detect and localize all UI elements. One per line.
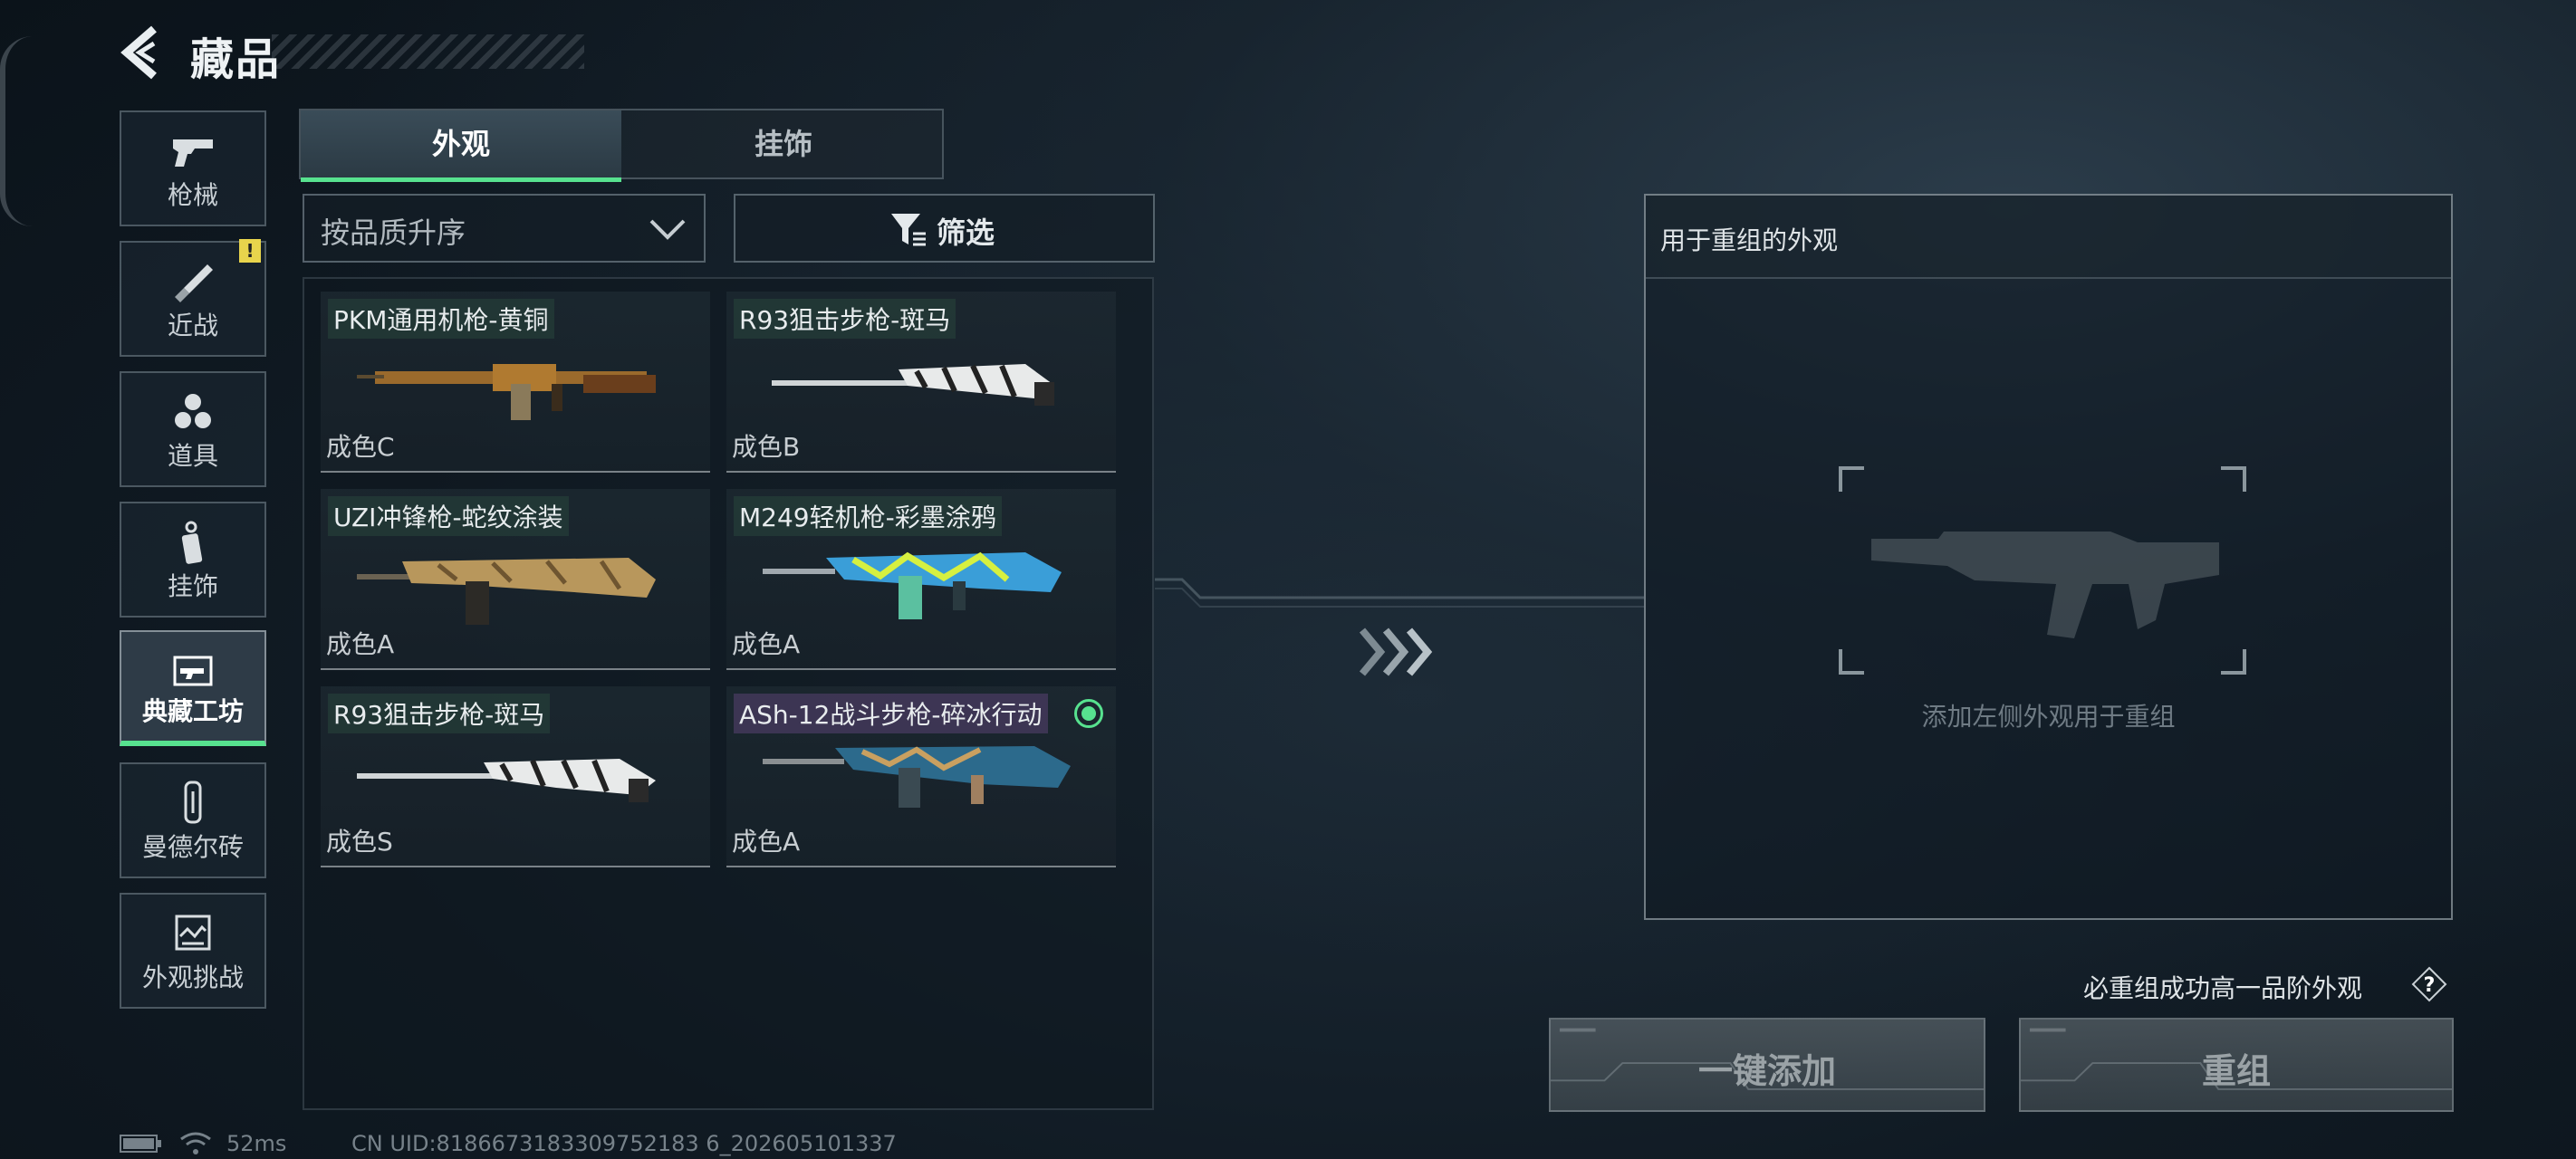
recombine-hint: 添加左侧外观用于重组 xyxy=(1921,702,2176,732)
edge-decoration xyxy=(0,36,33,226)
forward-arrows-icon xyxy=(1359,627,1433,676)
grenade-icon xyxy=(175,394,211,428)
sidebar-item-mandel-brick[interactable]: 曼德尔砖 xyxy=(120,762,266,878)
sidebar-item-firearms[interactable]: 枪械 xyxy=(120,110,266,226)
wifi-icon xyxy=(180,1132,211,1154)
sidebar-item-charms[interactable]: 挂饰 xyxy=(120,502,266,618)
skin-condition: 成色S xyxy=(326,827,393,857)
add-all-button[interactable]: 一键添加 xyxy=(1549,1018,1985,1112)
recombine-button[interactable]: 重组 xyxy=(2019,1018,2454,1112)
skin-card[interactable]: M249轻机枪-彩墨涂鸦 成色A xyxy=(726,489,1116,670)
brick-icon xyxy=(184,781,202,824)
skin-condition: 成色A xyxy=(326,629,395,659)
page-title: 藏品 xyxy=(190,34,282,85)
sniper-rifle-skin-image xyxy=(772,364,1054,406)
sidebar-item-label: 挂饰 xyxy=(167,571,218,601)
sidebar-item-label: 曼德尔砖 xyxy=(141,832,244,862)
tab-bar: 外观 挂饰 xyxy=(299,109,944,182)
sort-dropdown[interactable]: 按品质升序 xyxy=(303,194,706,263)
add-all-label: 一键添加 xyxy=(1697,1051,1836,1091)
knife-icon xyxy=(175,264,213,302)
sidebar-item-label: 外观挑战 xyxy=(141,963,244,992)
machine-gun-skin-image xyxy=(357,364,656,420)
smg-skin-image xyxy=(357,558,656,625)
alert-badge: ! xyxy=(239,239,261,263)
filter-button[interactable]: 筛选 xyxy=(734,194,1155,263)
light-machine-gun-skin-image xyxy=(763,551,1062,619)
pistol-icon xyxy=(173,139,213,167)
connector-decoration xyxy=(1155,578,1644,608)
guarantee-text: 必重组成功高一品阶外观 xyxy=(2083,973,2363,1003)
skin-card[interactable]: PKM通用机枪-黄铜 成色C xyxy=(321,292,710,473)
filter-icon xyxy=(891,214,926,246)
title-decoration xyxy=(272,34,584,69)
sidebar-item-melee[interactable]: ! 近战 xyxy=(120,239,266,357)
challenge-icon xyxy=(175,915,211,951)
empty-slot-rifle-icon[interactable] xyxy=(1839,466,2246,675)
sidebar-item-label: 近战 xyxy=(167,311,218,340)
workshop-icon xyxy=(173,656,213,686)
tab-charms[interactable]: 挂饰 xyxy=(623,110,944,177)
sniper-rifle-skin-image xyxy=(357,759,656,802)
chevron-down-icon xyxy=(649,219,686,240)
sidebar-item-label: 典藏工坊 xyxy=(141,696,244,726)
skin-condition: 成色C xyxy=(326,432,395,462)
skin-condition: 成色A xyxy=(732,827,801,857)
recombine-panel-header: 用于重组的外观 xyxy=(1646,196,2451,279)
recombine-label: 重组 xyxy=(2201,1051,2271,1091)
battery-icon xyxy=(120,1135,161,1153)
skin-card[interactable]: UZI冲锋枪-蛇纹涂装 成色A xyxy=(321,489,710,670)
skin-card[interactable]: R93狙击步枪-斑马 成色B xyxy=(726,292,1116,473)
charm-icon xyxy=(181,521,203,564)
sidebar-item-label: 枪械 xyxy=(167,180,218,210)
svg-text:?: ? xyxy=(2424,974,2436,997)
sidebar-item-gear[interactable]: 道具 xyxy=(120,371,266,487)
user-id: CN UID:8186673183309752183 6_20260510133… xyxy=(351,1131,897,1156)
filter-label: 筛选 xyxy=(937,216,995,250)
ping-readout: 52ms xyxy=(226,1131,287,1156)
skin-condition: 成色B xyxy=(732,432,801,462)
recombine-panel-title: 用于重组的外观 xyxy=(1660,225,1839,255)
battle-rifle-skin-image xyxy=(763,746,1071,808)
help-icon[interactable]: ? xyxy=(2411,966,2447,1002)
skin-card[interactable]: ASh-12战斗步枪-碎冰行动 成色A xyxy=(726,686,1116,867)
tab-appearance[interactable]: 外观 xyxy=(301,110,621,182)
sidebar-item-skin-challenge[interactable]: 外观挑战 xyxy=(120,893,266,1009)
sort-value: 按品质升序 xyxy=(321,216,466,250)
skin-card[interactable]: R93狙击步枪-斑马 成色S xyxy=(321,686,710,867)
sidebar-item-label: 道具 xyxy=(167,441,218,471)
sidebar-item-workshop[interactable]: 典藏工坊 xyxy=(120,630,266,746)
skin-condition: 成色A xyxy=(732,629,801,659)
back-arrow-icon[interactable] xyxy=(118,24,165,81)
